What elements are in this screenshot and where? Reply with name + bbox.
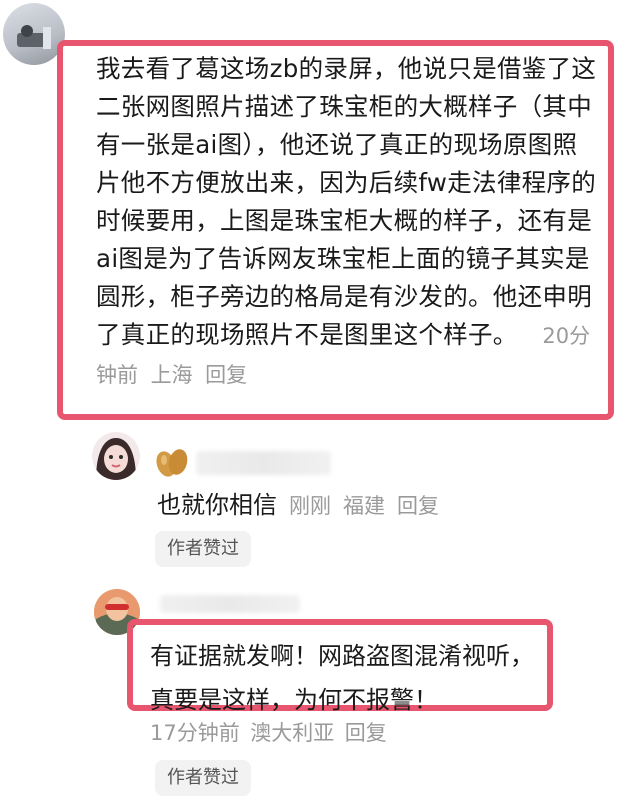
commenter-avatar[interactable]	[3, 3, 65, 65]
reply-location: 福建	[343, 494, 385, 518]
author-liked-badge: 作者赞过	[155, 531, 251, 567]
reply-meta: 17分钟前 澳大利亚 回复	[150, 717, 387, 747]
comment-text: 我去看了葛这场zb的录屏，他说只是借鉴了这二张网图照片描述了珠宝柜的大概样子（其…	[96, 54, 597, 349]
comment-reply-button[interactable]: 回复	[205, 363, 247, 387]
reply-location: 澳大利亚	[250, 721, 335, 745]
reply-reply-button[interactable]: 回复	[345, 721, 387, 745]
reply-text: 有证据就发啊！网路盗图混淆视听，真要是这样，为何不报警！	[150, 642, 534, 714]
comment-location: 上海	[150, 363, 193, 387]
reply-time: 刚刚	[289, 494, 331, 518]
peanut-icon	[156, 449, 188, 477]
reply-avatar[interactable]	[92, 432, 140, 480]
reply-body: 也就你相信 刚刚 福建 回复	[157, 485, 439, 520]
reply-text: 也就你相信	[157, 491, 277, 519]
avatar-image	[96, 438, 136, 480]
avatar-image	[17, 25, 51, 49]
reply-username-redacted	[160, 595, 300, 613]
comment-body: 我去看了葛这场zb的录屏，他说只是借鉴了这二张网图照片描述了珠宝柜的大概样子（其…	[96, 50, 600, 394]
author-liked-badge: 作者赞过	[155, 760, 251, 796]
reply-username-redacted	[196, 451, 331, 475]
reply-time: 17分钟前	[150, 721, 240, 745]
reply-reply-button[interactable]: 回复	[397, 494, 439, 518]
